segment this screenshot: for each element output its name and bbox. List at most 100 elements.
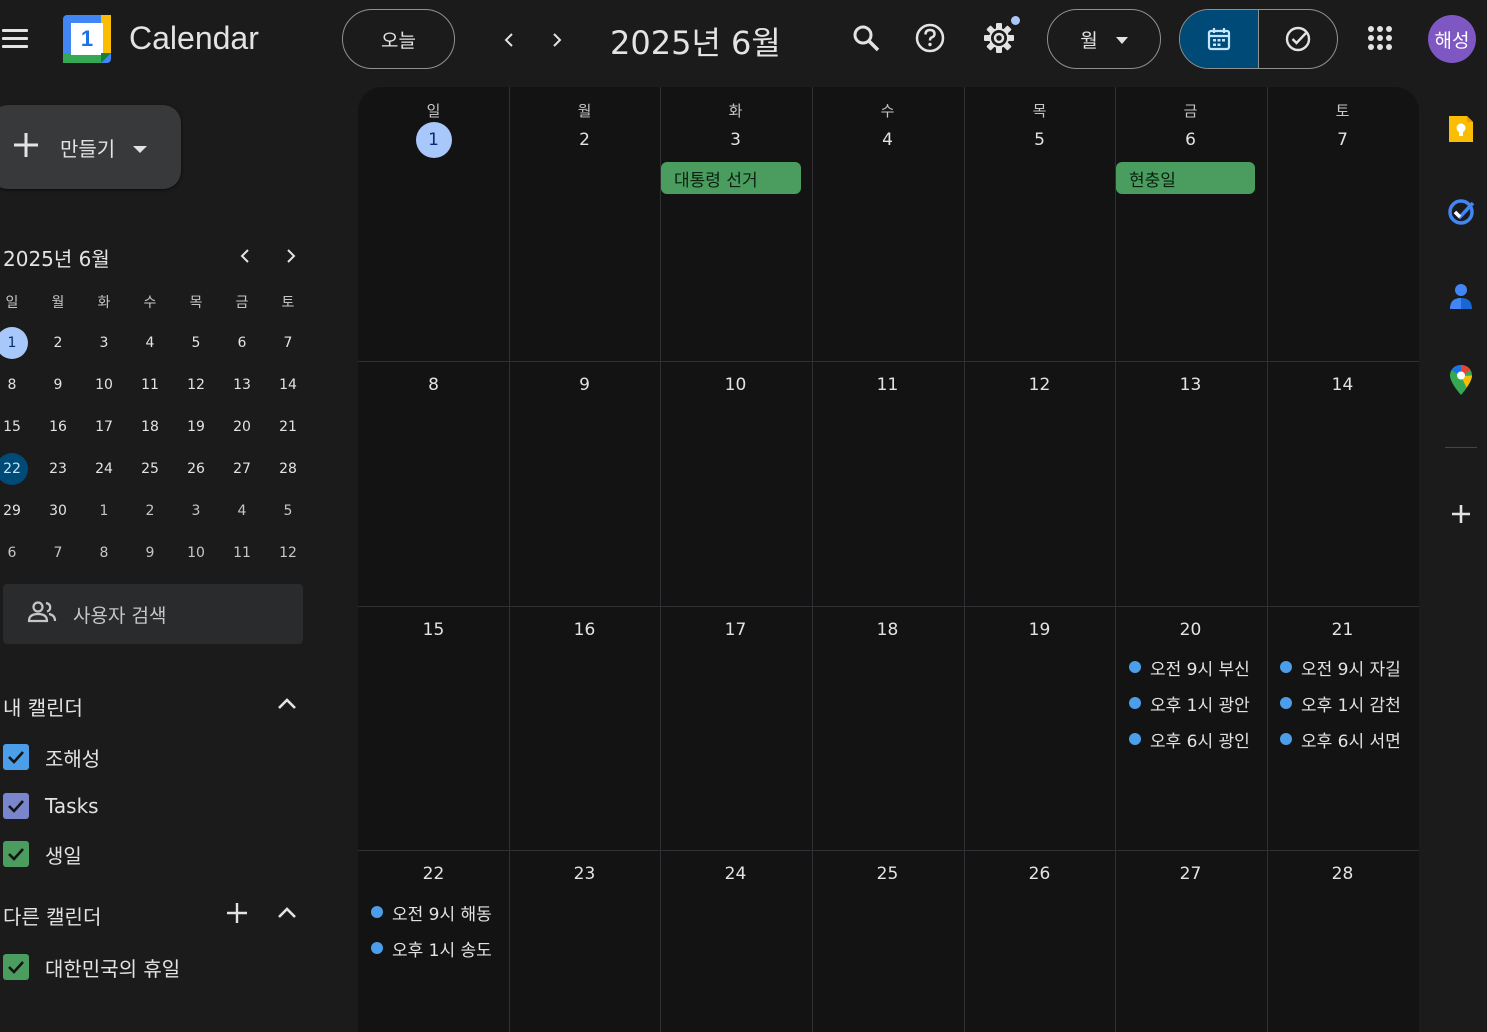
menu-icon[interactable] — [0, 26, 30, 52]
mini-day[interactable]: 22 — [0, 448, 35, 490]
mini-day[interactable]: 29 — [0, 490, 35, 532]
contacts-icon[interactable] — [1444, 279, 1478, 313]
date-number[interactable]: 21 — [1267, 620, 1418, 640]
maps-icon[interactable] — [1444, 363, 1478, 397]
checkbox-checked-icon[interactable] — [3, 954, 29, 980]
mini-day[interactable]: 20 — [219, 406, 265, 448]
tasks-view-icon[interactable] — [1259, 10, 1337, 68]
mini-day[interactable]: 13 — [219, 364, 265, 406]
mini-day[interactable]: 8 — [0, 364, 35, 406]
mini-day[interactable]: 10 — [173, 532, 219, 574]
settings-icon[interactable] — [979, 16, 1020, 58]
calendar-item[interactable]: 대한민국의 휴일 — [3, 952, 180, 982]
day-header[interactable]: 화 3 — [660, 87, 811, 157]
date-number[interactable]: 7 — [1267, 123, 1418, 157]
date-number[interactable]: 24 — [660, 864, 811, 884]
mini-day[interactable]: 30 — [35, 490, 81, 532]
date-number[interactable]: 11 — [812, 375, 963, 395]
day-header[interactable]: 월 2 — [509, 87, 660, 157]
today-date[interactable]: 1 — [415, 122, 452, 158]
day-header[interactable]: 수 4 — [812, 87, 963, 157]
calendar-item[interactable]: 조해성 — [3, 742, 100, 772]
calendar-logo-icon[interactable]: 1 — [63, 15, 111, 63]
event-chip[interactable]: 오후 1시 광안 — [1129, 688, 1265, 718]
mini-day[interactable]: 21 — [265, 406, 311, 448]
mini-day[interactable]: 23 — [35, 448, 81, 490]
mini-day[interactable]: 8 — [81, 532, 127, 574]
date-number[interactable]: 3 — [660, 123, 811, 157]
people-search-field[interactable]: 사용자 검색 — [3, 584, 303, 644]
date-number[interactable]: 23 — [509, 864, 660, 884]
mini-day[interactable]: 1 — [81, 490, 127, 532]
keep-icon[interactable] — [1444, 112, 1478, 146]
mini-day[interactable]: 17 — [81, 406, 127, 448]
calendar-view-icon[interactable] — [1180, 10, 1259, 68]
all-day-event[interactable]: 현충일 — [1116, 162, 1255, 194]
date-number[interactable]: 12 — [964, 375, 1115, 395]
mini-day[interactable]: 6 — [0, 532, 35, 574]
event-chip[interactable]: 오전 9시 부신 — [1129, 652, 1265, 682]
mini-day[interactable]: 4 — [127, 322, 173, 364]
date-number[interactable]: 18 — [812, 620, 963, 640]
mini-day[interactable]: 3 — [81, 322, 127, 364]
avatar[interactable]: 해성 — [1428, 15, 1476, 63]
add-calendar-icon[interactable] — [223, 899, 251, 927]
date-number[interactable]: 5 — [964, 123, 1115, 157]
mini-day[interactable]: 7 — [35, 532, 81, 574]
date-number[interactable]: 28 — [1267, 864, 1418, 884]
date-number[interactable]: 15 — [358, 620, 509, 640]
chevron-up-icon[interactable] — [273, 899, 301, 927]
mini-day[interactable]: 2 — [127, 490, 173, 532]
mini-day[interactable]: 16 — [35, 406, 81, 448]
mini-day[interactable]: 9 — [35, 364, 81, 406]
date-number[interactable]: 27 — [1115, 864, 1266, 884]
mini-day[interactable]: 18 — [127, 406, 173, 448]
day-header[interactable]: 목 5 — [964, 87, 1115, 157]
event-chip[interactable]: 오후 6시 서면 — [1280, 724, 1416, 754]
mini-day[interactable]: 11 — [219, 532, 265, 574]
mini-day[interactable]: 2 — [35, 322, 81, 364]
mini-day[interactable]: 5 — [265, 490, 311, 532]
checkbox-checked-icon[interactable] — [3, 793, 29, 819]
calendar-item[interactable]: 생일 — [3, 839, 82, 869]
chevron-left-icon[interactable] — [491, 22, 527, 58]
date-number[interactable]: 4 — [812, 123, 963, 157]
search-icon[interactable] — [846, 18, 886, 58]
apps-grid-icon[interactable] — [1360, 18, 1400, 58]
event-chip[interactable]: 오후 1시 송도 — [371, 933, 507, 963]
chevron-right-icon[interactable] — [539, 22, 575, 58]
mini-day[interactable]: 14 — [265, 364, 311, 406]
mini-day[interactable]: 7 — [265, 322, 311, 364]
mini-day[interactable]: 5 — [173, 322, 219, 364]
mini-day[interactable]: 24 — [81, 448, 127, 490]
event-chip[interactable]: 오후 1시 감천 — [1280, 688, 1416, 718]
date-number[interactable]: 22 — [358, 864, 509, 884]
date-number[interactable]: 20 — [1115, 620, 1266, 640]
date-number[interactable]: 25 — [812, 864, 963, 884]
checkbox-checked-icon[interactable] — [3, 841, 29, 867]
date-number[interactable]: 16 — [509, 620, 660, 640]
date-number[interactable]: 6 — [1115, 123, 1266, 157]
date-number[interactable]: 10 — [660, 375, 811, 395]
app-title[interactable]: Calendar — [129, 20, 259, 57]
mini-day[interactable]: 15 — [0, 406, 35, 448]
mini-day[interactable]: 27 — [219, 448, 265, 490]
mini-day[interactable]: 19 — [173, 406, 219, 448]
add-icon[interactable] — [1444, 497, 1478, 531]
date-number[interactable]: 26 — [964, 864, 1115, 884]
date-number[interactable]: 14 — [1267, 375, 1418, 395]
mini-day[interactable]: 11 — [127, 364, 173, 406]
today-button[interactable]: 오늘 — [342, 9, 455, 69]
mini-day[interactable]: 9 — [127, 532, 173, 574]
day-header[interactable]: 금 6 — [1115, 87, 1266, 157]
create-button[interactable]: 만들기 — [0, 105, 181, 189]
mini-day[interactable]: 25 — [127, 448, 173, 490]
my-calendars-title[interactable]: 내 캘린더 — [3, 692, 83, 721]
help-icon[interactable] — [910, 18, 950, 58]
date-number[interactable]: 13 — [1115, 375, 1266, 395]
mini-prev-icon[interactable] — [232, 243, 258, 269]
mini-day[interactable]: 28 — [265, 448, 311, 490]
event-chip[interactable]: 오후 6시 광인 — [1129, 724, 1265, 754]
date-number[interactable]: 19 — [964, 620, 1115, 640]
mini-next-icon[interactable] — [278, 243, 304, 269]
